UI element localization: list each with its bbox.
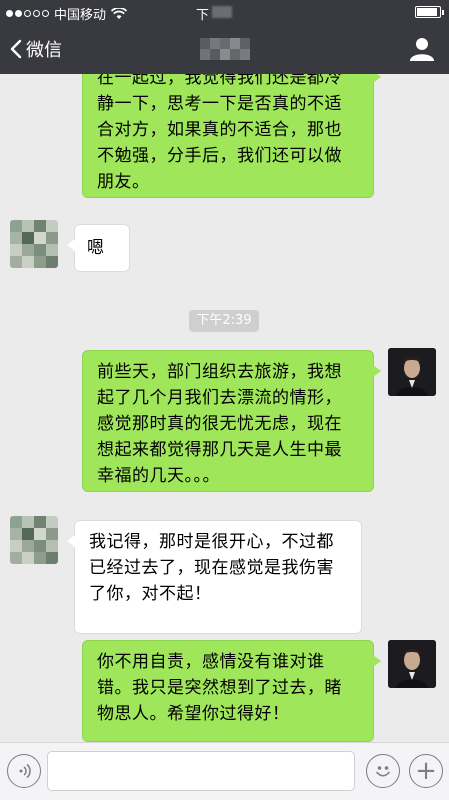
message-input[interactable] [47, 751, 355, 791]
my-avatar[interactable] [388, 640, 436, 688]
nav-bar: 微信 [0, 24, 449, 74]
status-left: 中国移动 [6, 4, 128, 23]
blurred-time [212, 6, 232, 18]
message-text: 你不用自责，感情没有谁对谁错。我只是突然想到了过去，睹物思人。希望你过得好！ [97, 652, 342, 724]
signal-strength-icon [6, 10, 49, 17]
person-icon[interactable] [409, 36, 435, 66]
back-label: 微信 [26, 40, 62, 61]
emoji-button[interactable] [366, 754, 400, 788]
message-bubble-received[interactable]: 嗯 [67, 224, 130, 272]
message-bubble-sent[interactable]: 前些天，部门组织去旅游，我想起了几个月我们去漂流的情形，感觉那时真的很无忧无虑，… [82, 350, 381, 492]
emoji-icon [376, 766, 390, 777]
voice-button[interactable] [7, 754, 41, 788]
message-text: 我记得，那时是很开心，不过都已经过去了，现在感觉是我伤害了你，对不起！ [89, 532, 334, 604]
carrier-name: 中国移动 [54, 8, 107, 23]
contact-avatar[interactable] [10, 220, 58, 268]
input-bar: + [0, 742, 449, 800]
message-text: 嗯 [87, 238, 105, 258]
voice-icon [19, 763, 31, 779]
status-time: 下 [196, 8, 210, 23]
contact-avatar[interactable] [10, 516, 58, 564]
my-avatar[interactable] [388, 348, 436, 396]
battery-icon [415, 6, 444, 18]
plus-icon: + [415, 756, 437, 786]
more-button[interactable]: + [409, 754, 443, 788]
message-bubble-sent[interactable]: 你不用自责，感情没有谁对谁错。我只是突然想到了过去，睹物思人。希望你过得好！ [82, 640, 381, 742]
message-bubble-received[interactable]: 我记得，那时是很开心，不过都已经过去了，现在感觉是我伤害了你，对不起！ [67, 520, 362, 634]
status-bar: 中国移动 下 [0, 0, 449, 24]
chat-title-blurred [200, 38, 250, 60]
message-text: 前些天，部门组织去旅游，我想起了几个月我们去漂流的情形，感觉那时真的很无忧无虑，… [97, 362, 342, 486]
back-button[interactable]: 微信 [10, 36, 62, 62]
message-bubble-sent[interactable]: 在一起过，我觉得我们还是都冷静一下，思考一下是否真的不适合对方，如果真的不适合，… [82, 74, 381, 198]
message-timestamp: 下午2:39 [189, 310, 259, 332]
wifi-icon [111, 7, 128, 19]
chevron-left-icon [10, 39, 22, 59]
chat-area[interactable]: 在一起过，我觉得我们还是都冷静一下，思考一下是否真的不适合对方，如果真的不适合，… [0, 74, 449, 742]
message-text: 在一起过，我觉得我们还是都冷静一下，思考一下是否真的不适合对方，如果真的不适合，… [97, 74, 342, 192]
